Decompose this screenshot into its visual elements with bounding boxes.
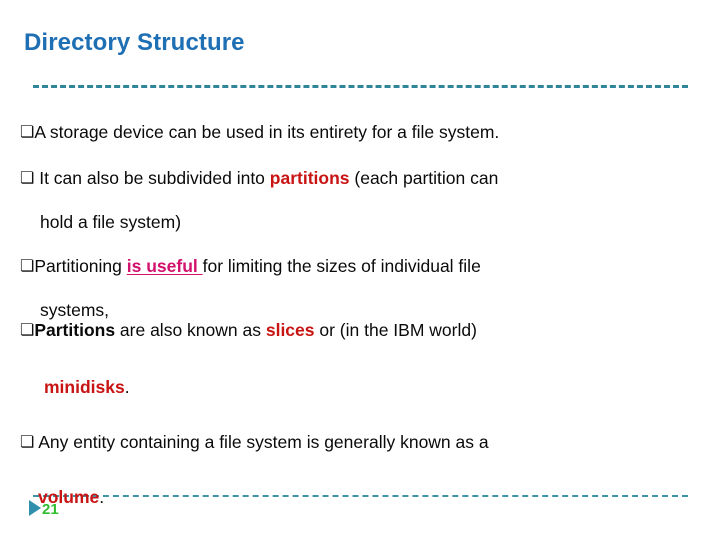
bullet-line-2-continuation: hold a file system) xyxy=(40,212,182,232)
bullet-square-icon: ❏ xyxy=(20,256,35,275)
bullet-square-icon: ❏ xyxy=(20,320,35,339)
page-number: 21 xyxy=(42,501,59,518)
bullet-line-2-text-a: It can also be subdivided into xyxy=(34,168,270,188)
bullet-line-1: ❏A storage device can be used in its ent… xyxy=(20,122,500,142)
bullet-line-3: ❏Partitioning is useful for limiting the… xyxy=(20,256,481,276)
bullet-line-4-continuation: minidisks. xyxy=(44,377,130,397)
keyword-minidisks: minidisks xyxy=(44,377,125,397)
bullet-line-5: ❏ Any entity containing a file system is… xyxy=(20,432,489,452)
keyword-is-useful: is useful xyxy=(126,256,203,276)
slide-body: ❏A storage device can be used in its ent… xyxy=(0,0,720,540)
page-marker: 21 xyxy=(29,497,75,527)
bullet-line-4-text-a: are also known as xyxy=(115,320,266,340)
keyword-partitions-bold: Partitions xyxy=(34,320,116,340)
bullet-line-3-text-b: for limiting the sizes of individual fil… xyxy=(202,256,481,276)
slide: Directory Structure ❏A storage device ca… xyxy=(0,0,720,540)
bottom-divider xyxy=(33,495,688,497)
bullet-line-3-text-a: Partitioning xyxy=(34,256,127,276)
bullet-line-4-continuation-punct: . xyxy=(124,377,130,397)
bullet-line-4-text-b: or (in the IBM world) xyxy=(314,320,477,340)
keyword-partitions: partitions xyxy=(269,168,350,188)
bullet-line-3-continuation: systems, xyxy=(40,300,110,320)
bullet-line-2: ❏ It can also be subdivided into partiti… xyxy=(20,168,499,188)
bullet-line-1-text: A storage device can be used in its enti… xyxy=(34,122,500,142)
bullet-line-2-text-b: (each partition can xyxy=(349,168,499,188)
bullet-square-icon: ❏ xyxy=(20,168,35,187)
keyword-slices: slices xyxy=(265,320,315,340)
bullet-square-icon: ❏ xyxy=(20,432,35,451)
play-triangle-icon xyxy=(29,500,41,516)
bullet-line-4: ❏Partitions are also known as slices or … xyxy=(20,320,477,340)
bullet-line-5-text: Any entity containing a file system is g… xyxy=(34,432,489,452)
bullet-line-5-continuation-punct: . xyxy=(99,487,105,507)
bullet-square-icon: ❏ xyxy=(20,122,35,141)
